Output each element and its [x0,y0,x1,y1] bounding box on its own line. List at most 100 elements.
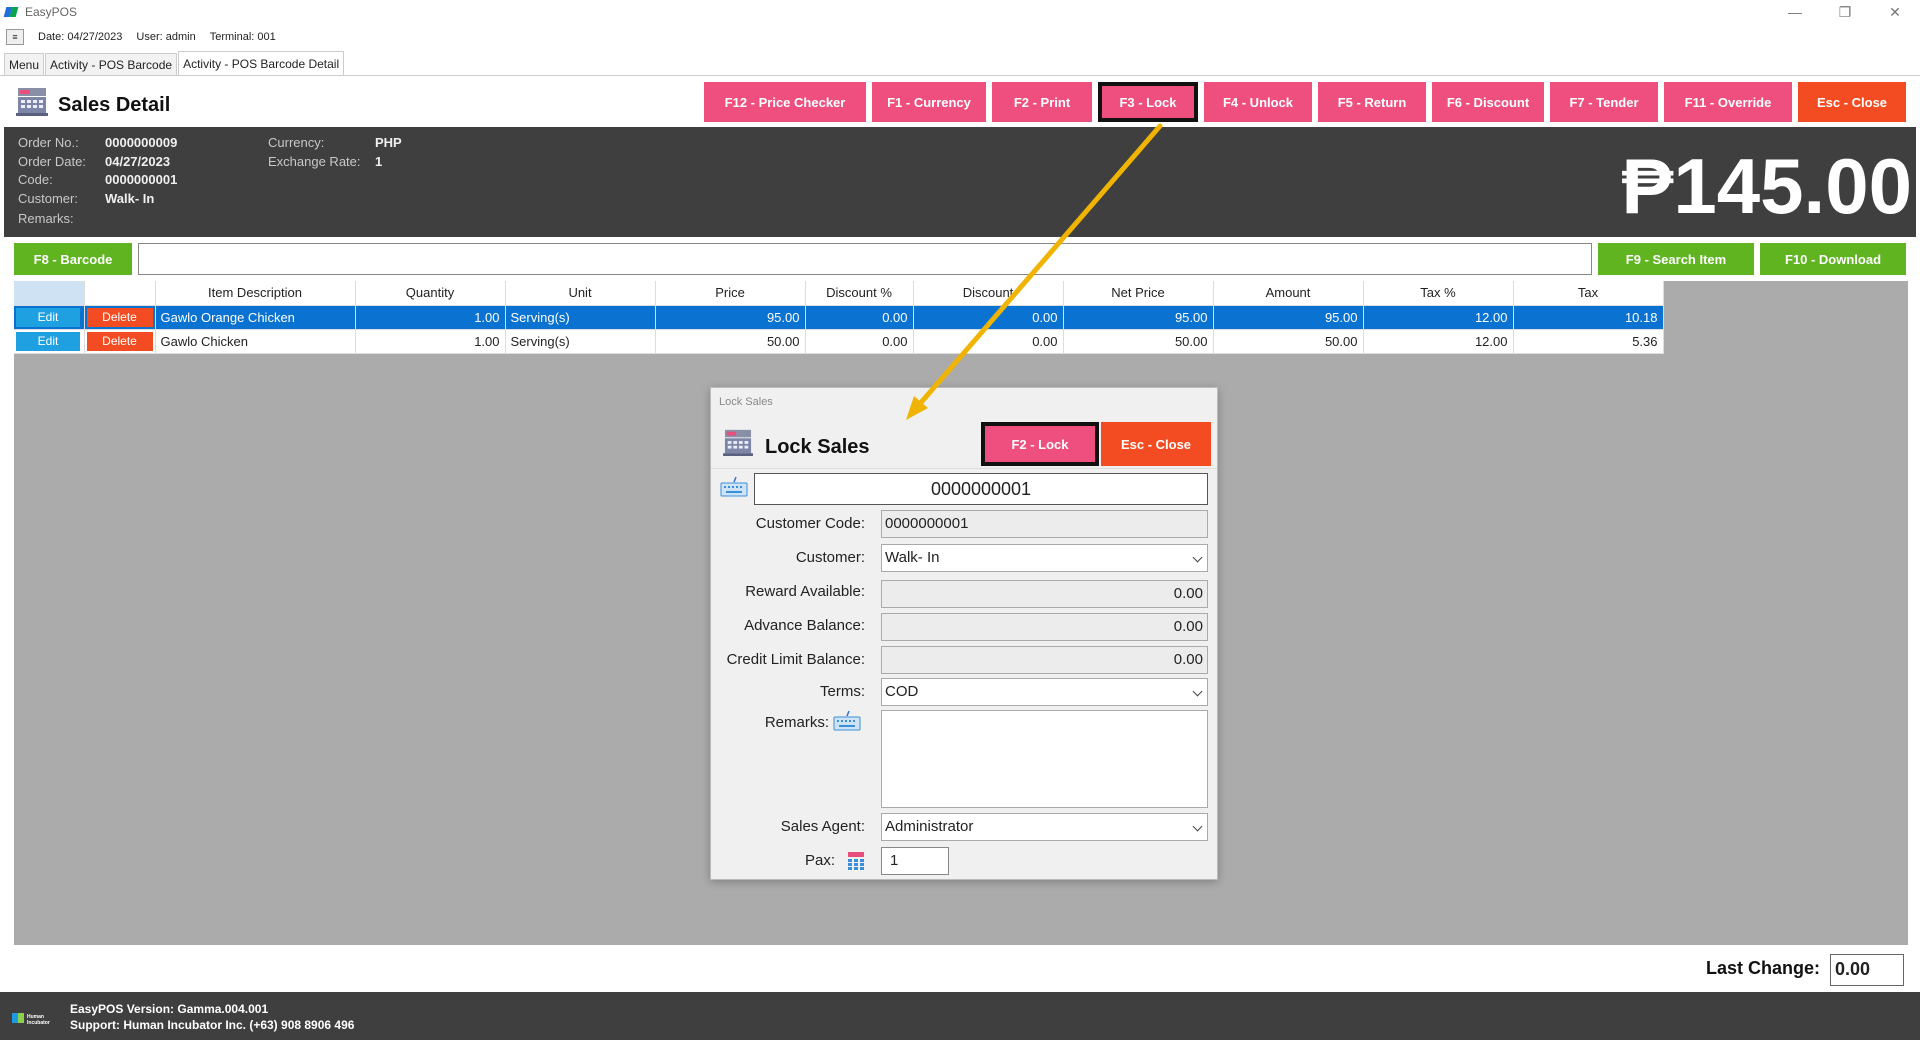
cash-register-icon [723,429,753,456]
table-row[interactable]: Edit Delete Gawlo Chicken 1.00 Serving(s… [14,329,1664,354]
page-header: Sales Detail F12 - Price Checker F1 - Cu… [0,76,1920,126]
dialog-window-title: Lock Sales [719,396,773,408]
column-header[interactable]: Net Price [1063,281,1214,306]
barcode-input[interactable] [138,243,1592,275]
table-header-row: Item Description Quantity Unit Price Dis… [14,281,1664,306]
download-button[interactable]: F10 - Download [1760,243,1906,275]
delete-button[interactable]: Delete [86,331,153,351]
lock-button[interactable]: F3 - Lock [1098,82,1198,122]
tab-menu[interactable]: Menu [4,53,45,75]
override-button[interactable]: F11 - Override [1664,82,1792,122]
dialog-close-button[interactable]: Esc - Close [1101,422,1211,466]
function-key-toolbar: F12 - Price Checker F1 - Currency F2 - P… [698,82,1906,122]
last-change-value: 0.00 [1830,954,1904,986]
last-change-label: Last Change: [1706,958,1821,978]
cell-tax-pct: 12.00 [1363,305,1514,330]
company-logo: Human Incubator [12,1013,50,1026]
pax-input[interactable]: 1 [881,847,949,875]
credit-limit-balance-field: 0.00 [881,646,1208,674]
remarks-textarea[interactable] [881,710,1208,808]
minimize-button[interactable]: — [1770,0,1820,24]
column-header[interactable]: Price [655,281,806,306]
items-table: Item Description Quantity Unit Price Dis… [14,281,1664,354]
version-text: EasyPOS Version: Gamma.004.001 [70,1002,269,1016]
tab-strip: Menu Activity - POS Barcode Activity - P… [4,51,345,75]
cell-amount: 95.00 [1213,305,1364,330]
lock-sales-dialog: Lock Sales Lock Sales F2 - Lock Esc - Cl… [710,387,1218,880]
cell-quantity: 1.00 [355,329,506,354]
column-header[interactable]: Unit [505,281,656,306]
currency-button[interactable]: F1 - Currency [872,82,986,122]
cell-tax-pct: 12.00 [1363,329,1514,354]
column-header[interactable]: Amount [1213,281,1364,306]
support-text: Support: Human Incubator Inc. (+63) 908 … [70,1018,355,1032]
sales-agent-label: Sales Agent: [780,818,865,835]
column-header[interactable]: Discount % [805,281,914,306]
exchange-rate-value: 1 [375,154,383,169]
dialog-heading: Lock Sales [765,436,870,458]
return-button[interactable]: F5 - Return [1318,82,1426,122]
page-title: Sales Detail [58,94,171,116]
remarks-label: Remarks: [764,714,829,731]
reward-available-field: 0.00 [881,580,1208,608]
advance-balance-label: Advance Balance: [744,617,865,634]
tab-pos-barcode[interactable]: Activity - POS Barcode [45,53,178,75]
cell-unit: Serving(s) [505,329,656,354]
dialog-divider [711,468,1217,469]
footer: Human Incubator EasyPOS Version: Gamma.0… [0,992,1920,1040]
close-button[interactable]: Esc - Close [1798,82,1906,122]
cell-discount: 0.00 [913,305,1064,330]
edit-button[interactable]: Edit [16,331,80,351]
column-header [84,281,156,306]
app-logo-icon [3,6,19,18]
order-no-label: Order No.: [18,135,79,150]
calculator-icon[interactable] [847,852,865,870]
cell-discount-pct: 0.00 [805,305,914,330]
cell-net-price: 95.00 [1063,305,1214,330]
credit-limit-balance-label: Credit Limit Balance: [726,651,865,668]
title-bar: EasyPOS — ❐ ✕ [0,0,1920,24]
advance-balance-field: 0.00 [881,613,1208,641]
customer-code-label: Customer Code: [755,515,865,532]
column-header[interactable]: Item Description [155,281,356,306]
customer-code-field[interactable]: 0000000001 [881,510,1208,538]
cell-description: Gawlo Chicken [155,329,356,354]
column-header[interactable]: Tax % [1363,281,1514,306]
customer-select[interactable]: Walk- In [881,544,1208,572]
cell-unit: Serving(s) [505,305,656,330]
discount-button[interactable]: F6 - Discount [1432,82,1544,122]
sales-agent-select[interactable]: Administrator [881,813,1208,841]
order-date-label: Order Date: [18,154,86,169]
status-user: User: admin [136,31,196,43]
edit-button[interactable]: Edit [16,307,80,327]
price-checker-button[interactable]: F12 - Price Checker [704,82,866,122]
delete-button[interactable]: Delete [86,307,153,327]
print-button[interactable]: F2 - Print [992,82,1092,122]
reward-available-label: Reward Available: [745,583,865,600]
close-window-button[interactable]: ✕ [1870,0,1920,24]
column-header[interactable]: Quantity [355,281,506,306]
cell-net-price: 50.00 [1063,329,1214,354]
code-label: Code: [18,172,53,187]
keyboard-icon[interactable] [833,710,861,732]
unlock-button[interactable]: F4 - Unlock [1204,82,1312,122]
menu-toggle-icon[interactable]: ≡ [6,29,24,45]
customer-code-search-input[interactable]: 0000000001 [754,473,1208,505]
tender-button[interactable]: F7 - Tender [1550,82,1658,122]
order-date-value: 04/27/2023 [105,154,171,169]
dialog-lock-button[interactable]: F2 - Lock [981,422,1099,466]
column-header[interactable]: Discount [913,281,1064,306]
search-item-button[interactable]: F9 - Search Item [1598,243,1754,275]
cell-price: 95.00 [655,305,806,330]
keyboard-icon[interactable] [720,476,748,498]
restore-button[interactable]: ❐ [1820,0,1870,24]
terms-select[interactable]: COD [881,678,1208,706]
customer-label: Customer: [795,549,865,566]
tab-pos-barcode-detail[interactable]: Activity - POS Barcode Detail [178,51,345,75]
barcode-button[interactable]: F8 - Barcode [14,243,132,275]
table-row[interactable]: Edit Delete Gawlo Orange Chicken 1.00 Se… [14,305,1664,330]
column-header[interactable]: Tax [1513,281,1664,306]
cell-discount-pct: 0.00 [805,329,914,354]
cell-tax: 10.18 [1513,305,1664,330]
app-title: EasyPOS [25,5,78,19]
